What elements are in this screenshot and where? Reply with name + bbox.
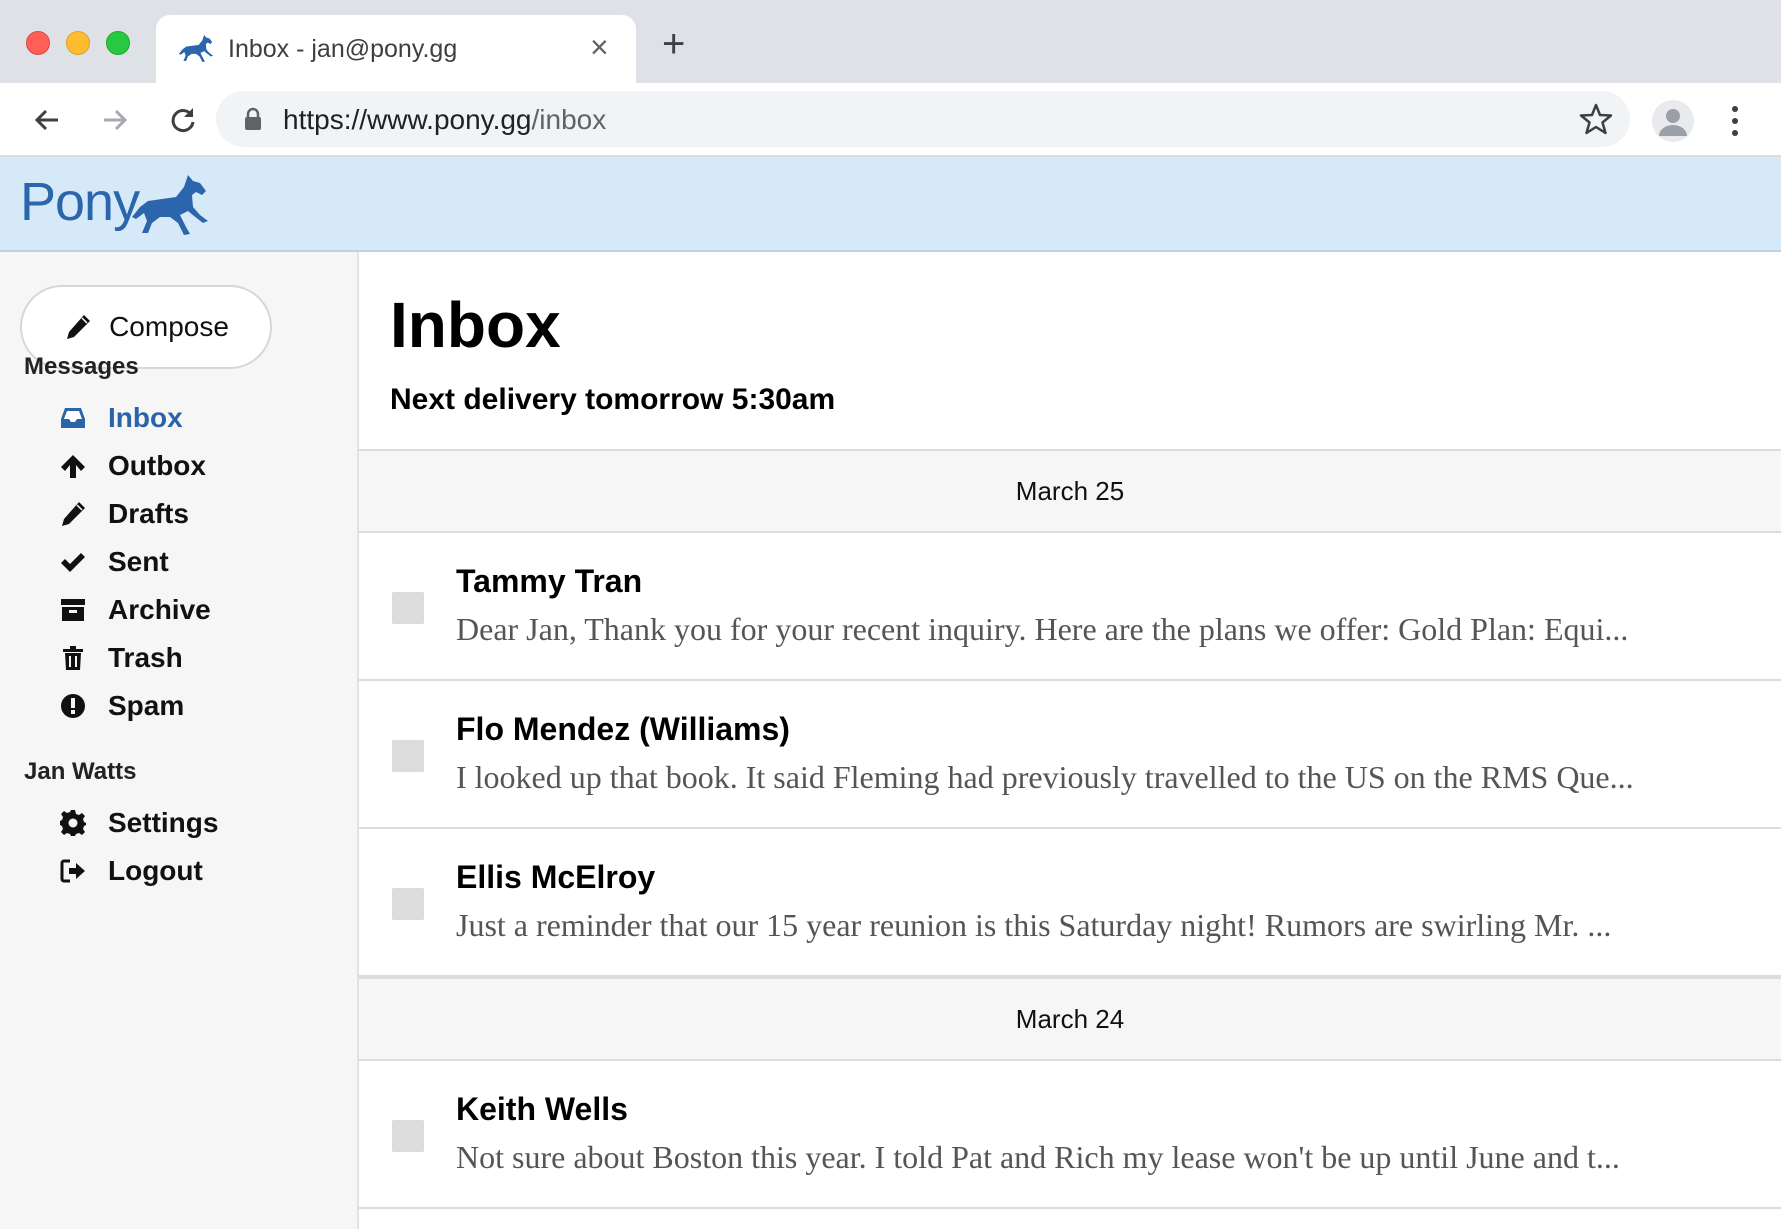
account-heading: Jan Watts	[24, 758, 137, 785]
sidebar-item-label: Trash	[108, 642, 183, 673]
sidebar-item-archive[interactable]: Archive	[58, 590, 211, 630]
maximize-window-button[interactable]	[106, 31, 130, 55]
archive-icon	[61, 599, 85, 621]
sidebar-item-label: Archive	[108, 594, 211, 625]
message-sender: Flo Mendez (Williams)	[456, 711, 790, 747]
sidebar-item-label: Inbox	[108, 402, 183, 433]
forward-button[interactable]	[92, 97, 138, 143]
logo-text[interactable]: Pony	[20, 171, 140, 233]
profile-avatar[interactable]	[1652, 100, 1694, 142]
main-content: Inbox Next delivery tomorrow 5:30am Marc…	[359, 252, 1781, 1229]
page-title: Inbox	[390, 289, 561, 361]
person-icon	[1659, 109, 1687, 136]
trash-icon	[63, 646, 83, 670]
next-delivery-text: Next delivery tomorrow 5:30am	[390, 383, 836, 416]
message-row[interactable]: Keith Wells Not sure about Boston this y…	[359, 1061, 1781, 1209]
message-snippet: I looked up that book. It said Fleming h…	[456, 759, 1634, 795]
tab-close-icon[interactable]: ×	[590, 29, 609, 65]
sidebar-item-drafts[interactable]: Drafts	[58, 494, 189, 534]
message-checkbox[interactable]	[392, 592, 424, 624]
reload-button[interactable]	[160, 97, 206, 143]
check-icon	[61, 553, 85, 572]
app-header: Pony	[0, 157, 1781, 252]
gear-icon	[60, 810, 86, 836]
sidebar-item-label: Outbox	[108, 450, 206, 481]
message-snippet: Just a reminder that our 15 year reunion…	[456, 907, 1612, 943]
reload-icon	[171, 108, 195, 132]
sidebar-item-logout[interactable]: Logout	[58, 851, 203, 891]
url-origin: https://www.pony.gg	[283, 104, 532, 135]
arrow-right-icon	[104, 109, 128, 131]
browser-tab-active[interactable]: Inbox - jan@pony.gg ×	[156, 15, 636, 83]
address-bar[interactable]: https://www.pony.gg/inbox	[216, 91, 1630, 147]
url-text: https://www.pony.gg/inbox	[283, 104, 606, 136]
date-label: March 25	[1015, 475, 1125, 506]
exclamation-circle-icon	[61, 694, 85, 718]
message-checkbox[interactable]	[392, 1120, 424, 1152]
date-label: March 24	[1015, 1003, 1125, 1034]
sidebar: Compose Messages Inbox Outbox Drafts Sen…	[0, 252, 359, 1229]
message-snippet: Dear Jan, Thank you for your recent inqu…	[456, 611, 1629, 647]
bookmark-star-icon[interactable]	[1578, 101, 1614, 137]
browser-menu-icon[interactable]	[1726, 103, 1744, 139]
message-sender: Keith Wells	[456, 1091, 628, 1127]
sidebar-item-inbox[interactable]: Inbox	[58, 398, 183, 438]
sidebar-item-label: Settings	[108, 807, 219, 838]
sidebar-item-sent[interactable]: Sent	[58, 542, 169, 582]
new-tab-button[interactable]: +	[662, 24, 685, 64]
date-group-header: March 25	[359, 449, 1781, 533]
message-sender: Ellis McElroy	[456, 859, 656, 895]
logout-icon	[60, 859, 85, 883]
inbox-icon	[61, 408, 85, 428]
compose-label: Compose	[109, 311, 229, 342]
messages-heading: Messages	[24, 353, 139, 380]
minimize-window-button[interactable]	[66, 31, 90, 55]
lock-icon	[245, 107, 261, 130]
message-snippet: Not sure about Boston this year. I told …	[456, 1139, 1620, 1175]
sidebar-item-trash[interactable]: Trash	[58, 638, 183, 678]
pony-logo-icon[interactable]	[130, 171, 210, 237]
sidebar-item-label: Sent	[108, 546, 169, 577]
browser-tab-bar: Inbox - jan@pony.gg × +	[0, 0, 1781, 83]
pencil-icon	[62, 502, 85, 526]
message-checkbox[interactable]	[392, 740, 424, 772]
message-sender: Tammy Tran	[456, 563, 643, 599]
sidebar-item-label: Spam	[108, 690, 185, 721]
sidebar-item-spam[interactable]: Spam	[58, 686, 184, 726]
message-checkbox[interactable]	[392, 888, 424, 920]
arrow-up-icon	[61, 455, 85, 478]
pony-favicon-icon	[178, 34, 214, 62]
date-group-header: March 24	[359, 977, 1781, 1061]
sidebar-item-settings[interactable]: Settings	[58, 803, 218, 843]
message-row[interactable]: Ellis McElroy Just a reminder that our 1…	[359, 829, 1781, 977]
sidebar-item-label: Logout	[108, 855, 203, 886]
tab-title: Inbox - jan@pony.gg	[228, 35, 458, 63]
url-path: /inbox	[531, 104, 607, 135]
arrow-left-icon	[34, 109, 58, 131]
close-window-button[interactable]	[26, 31, 50, 55]
sidebar-item-label: Drafts	[108, 498, 189, 529]
pencil-icon	[67, 315, 91, 339]
back-button[interactable]	[24, 97, 70, 143]
browser-toolbar: https://www.pony.gg/inbox	[0, 83, 1781, 157]
message-row[interactable]: Flo Mendez (Williams) I looked up that b…	[359, 681, 1781, 829]
message-row[interactable]: Tammy Tran Dear Jan, Thank you for your …	[359, 533, 1781, 681]
sidebar-item-outbox[interactable]: Outbox	[58, 446, 206, 486]
